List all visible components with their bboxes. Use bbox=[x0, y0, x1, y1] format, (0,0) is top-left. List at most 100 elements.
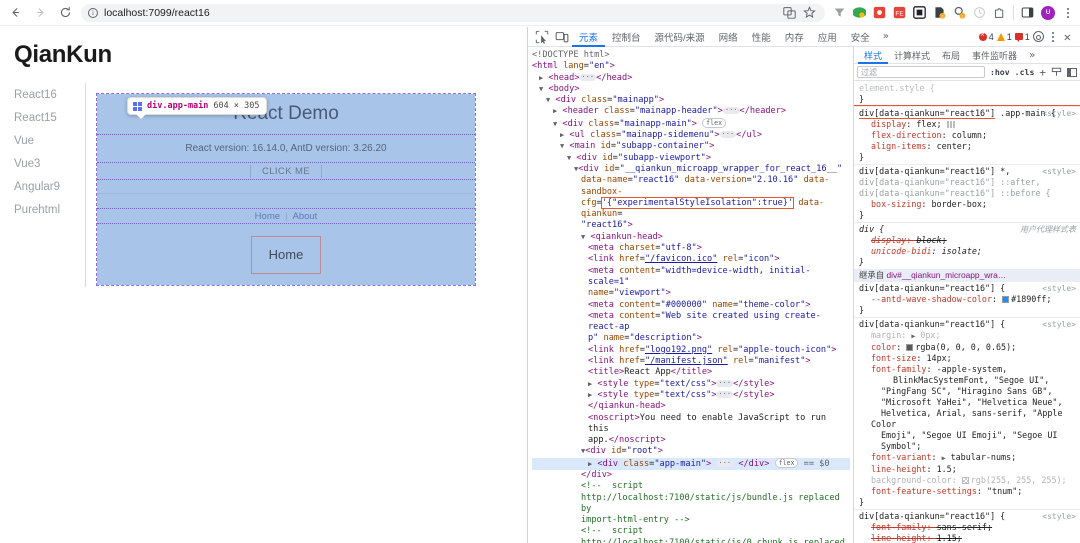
dom-node[interactable]: <!DOCTYPE html> bbox=[532, 50, 850, 61]
dom-node[interactable]: ▶ <style type="text/css">···</style> bbox=[532, 379, 850, 390]
rule-origin[interactable]: <style> bbox=[1042, 319, 1076, 330]
tab-memory[interactable]: 内存 bbox=[778, 27, 811, 47]
cls-button[interactable]: .cls bbox=[1015, 67, 1035, 77]
avatar[interactable]: U bbox=[1041, 6, 1055, 20]
dom-node[interactable]: <link href="/manifest.json" rel="manifes… bbox=[532, 356, 850, 367]
red-extension-icon[interactable] bbox=[873, 6, 886, 19]
close-icon[interactable]: ✕ bbox=[1062, 31, 1073, 43]
sidebar-toggle-icon[interactable] bbox=[1067, 68, 1077, 77]
tab-layout[interactable]: 布局 bbox=[936, 47, 966, 64]
dom-node[interactable]: ▶ <head>···</head> bbox=[532, 73, 850, 84]
filter-extension-icon[interactable] bbox=[833, 6, 846, 19]
dom-node[interactable]: ▼ <div class="mainapp"> bbox=[532, 95, 850, 106]
style-declaration[interactable]: align-items: center; bbox=[859, 141, 1076, 152]
style-rule[interactable]: <style>div[data-qiankun="react16"] *,div… bbox=[854, 164, 1080, 222]
sidebar-item-purehtml[interactable]: Purehtml bbox=[14, 198, 85, 221]
tab-elements[interactable]: 元素 bbox=[572, 27, 605, 47]
dom-node[interactable]: p" name="description"> bbox=[532, 333, 850, 344]
dom-node[interactable]: ▼ <qiankun-head> bbox=[532, 232, 850, 243]
style-declaration[interactable]: box-sizing: border-box; bbox=[859, 199, 1076, 210]
style-declaration[interactable]: background-color: rgb(255, 255, 255); bbox=[859, 475, 1076, 486]
dom-node[interactable]: <meta content="width=device-width, initi… bbox=[532, 266, 850, 289]
style-declaration[interactable]: Helvetica, Arial, sans-serif, "Apple Col… bbox=[859, 408, 1076, 430]
style-declaration[interactable]: font-family: sans-serif; bbox=[859, 522, 1076, 533]
star-icon[interactable] bbox=[803, 6, 816, 19]
tab-performance[interactable]: 性能 bbox=[745, 27, 778, 47]
sidebar-item-angular9[interactable]: Angular9 bbox=[14, 175, 85, 198]
dom-node[interactable]: app.</noscript> bbox=[532, 435, 850, 446]
dom-node[interactable]: cfg='{"experimentalStyleIsolation":true}… bbox=[532, 198, 850, 221]
style-declaration[interactable]: display: block; bbox=[859, 235, 1076, 246]
black-square-extension-icon[interactable] bbox=[913, 6, 926, 19]
dom-node[interactable]: <!-- script bbox=[532, 481, 850, 492]
nav-link-home[interactable]: Home bbox=[255, 211, 280, 222]
tab-application[interactable]: 应用 bbox=[811, 27, 844, 47]
dom-tree-panel[interactable]: <!DOCTYPE html><html lang="en">▶ <head>·… bbox=[528, 47, 853, 543]
filter-input[interactable]: 过滤 bbox=[857, 66, 985, 78]
dom-node[interactable]: <meta content="Web site created using cr… bbox=[532, 311, 850, 334]
style-declaration[interactable]: line-height: 1.15; bbox=[859, 533, 1076, 543]
dom-node[interactable]: ▼ <body> bbox=[532, 84, 850, 95]
style-declaration[interactable]: font-variant: ▶ tabular-nums; bbox=[859, 452, 1076, 464]
side-panel-icon[interactable] bbox=[1021, 6, 1034, 19]
dom-node[interactable]: "react16"> bbox=[532, 220, 850, 231]
dom-node[interactable]: ▼ <main id="subapp-container"> bbox=[532, 141, 850, 152]
style-rule[interactable]: 用户代理样式表div {display: block;unicode-bidi:… bbox=[854, 222, 1080, 269]
puzzle-extensions-icon[interactable] bbox=[993, 6, 1006, 19]
device-toolbar-icon[interactable] bbox=[554, 30, 570, 44]
more-tabs-button[interactable]: » bbox=[877, 31, 895, 42]
globe-extension-icon[interactable] bbox=[853, 6, 866, 19]
dom-node[interactable]: ▼<div id="root"> bbox=[532, 446, 850, 457]
rule-origin[interactable]: <style> bbox=[1042, 166, 1076, 177]
app-main-highlighted-element[interactable]: React Demo React version: 16.14.0, AntD … bbox=[97, 94, 475, 285]
style-declaration[interactable]: flex-direction: column; bbox=[859, 130, 1076, 141]
dom-node[interactable]: <!-- script bbox=[532, 526, 850, 537]
gear-icon[interactable] bbox=[1033, 31, 1044, 42]
hov-button[interactable]: :hov bbox=[990, 67, 1010, 77]
style-rule[interactable]: <style>div[data-qiankun="react16"] {marg… bbox=[854, 317, 1080, 509]
rule-origin[interactable]: <style> bbox=[1042, 283, 1076, 294]
document-extension-icon[interactable]: 2 bbox=[933, 6, 946, 19]
tab-network[interactable]: 网络 bbox=[712, 27, 745, 47]
dom-node[interactable]: ▼ <div id="subapp-viewport"> bbox=[532, 153, 850, 164]
style-declaration[interactable]: BlinkMacSystemFont, "Segoe UI", bbox=[859, 375, 1076, 386]
tab-computed[interactable]: 计算样式 bbox=[888, 47, 936, 64]
rule-selector[interactable]: element.style { bbox=[859, 83, 1076, 94]
dom-node[interactable]: <meta charset="utf-8"> bbox=[532, 243, 850, 254]
style-declaration[interactable]: margin: ▶ 0px; bbox=[859, 330, 1076, 342]
rule-origin[interactable]: <style> bbox=[1042, 511, 1076, 522]
dom-node[interactable]: data-name="react16" data-version="2.10.1… bbox=[532, 175, 850, 198]
style-declaration[interactable]: Symbol"; bbox=[859, 441, 1076, 452]
dom-node[interactable]: name="viewport"> bbox=[532, 288, 850, 299]
inspect-element-icon[interactable] bbox=[534, 30, 550, 44]
dom-node[interactable]: <noscript>You need to enable JavaScript … bbox=[532, 413, 850, 436]
message-badge[interactable]: 1 bbox=[1015, 32, 1030, 42]
dom-node[interactable]: http://localhost:7100/static/js/0.chunk.… bbox=[532, 538, 850, 543]
style-rule[interactable]: <style>div[data-qiankun="react16"] .app-… bbox=[854, 106, 1080, 164]
fe-extension-icon[interactable]: FE bbox=[893, 6, 906, 19]
devtools-kebab-menu-icon[interactable] bbox=[1047, 32, 1059, 42]
class-toggle-icon[interactable] bbox=[1051, 67, 1062, 77]
sidebar-item-vue3[interactable]: Vue3 bbox=[14, 152, 85, 175]
style-declaration[interactable]: font-family: -apple-system, bbox=[859, 364, 1076, 375]
dom-node[interactable]: http://localhost:7100/static/js/bundle.j… bbox=[532, 493, 850, 516]
sidebar-item-vue[interactable]: Vue bbox=[14, 129, 85, 152]
style-rule[interactable]: <style>div[data-qiankun="react16"] {font… bbox=[854, 509, 1080, 543]
style-declaration[interactable]: line-height: 1.5; bbox=[859, 464, 1076, 475]
dom-node-selected[interactable]: ▶ <div class="app-main"> ··· </div> flex… bbox=[532, 458, 850, 470]
sidebar-item-react16[interactable]: React16 bbox=[14, 83, 85, 106]
dom-node[interactable]: ▶ <style type="text/css">···</style> bbox=[532, 390, 850, 401]
translate-icon[interactable] bbox=[783, 6, 796, 19]
style-declaration[interactable]: color: rgba(0, 0, 0, 0.65); bbox=[859, 342, 1076, 353]
tab-security[interactable]: 安全 bbox=[844, 27, 877, 47]
plus-icon[interactable]: + bbox=[1039, 67, 1046, 78]
address-bar[interactable]: i localhost:7099/react16 bbox=[81, 4, 825, 22]
dom-node[interactable]: <link href="/favicon.ico" rel="icon"> bbox=[532, 254, 850, 265]
click-me-button[interactable]: CLICK ME bbox=[250, 165, 322, 178]
reload-button[interactable] bbox=[55, 3, 75, 23]
style-declaration[interactable]: unicode-bidi: isolate; bbox=[859, 246, 1076, 257]
style-declaration[interactable]: font-size: 14px; bbox=[859, 353, 1076, 364]
tab-sources[interactable]: 源代码/来源 bbox=[648, 27, 712, 47]
style-declaration[interactable]: Emoji", "Segoe UI Emoji", "Segoe UI bbox=[859, 430, 1076, 441]
dom-node[interactable]: ▶ <header class="mainapp-header">···</he… bbox=[532, 106, 850, 117]
